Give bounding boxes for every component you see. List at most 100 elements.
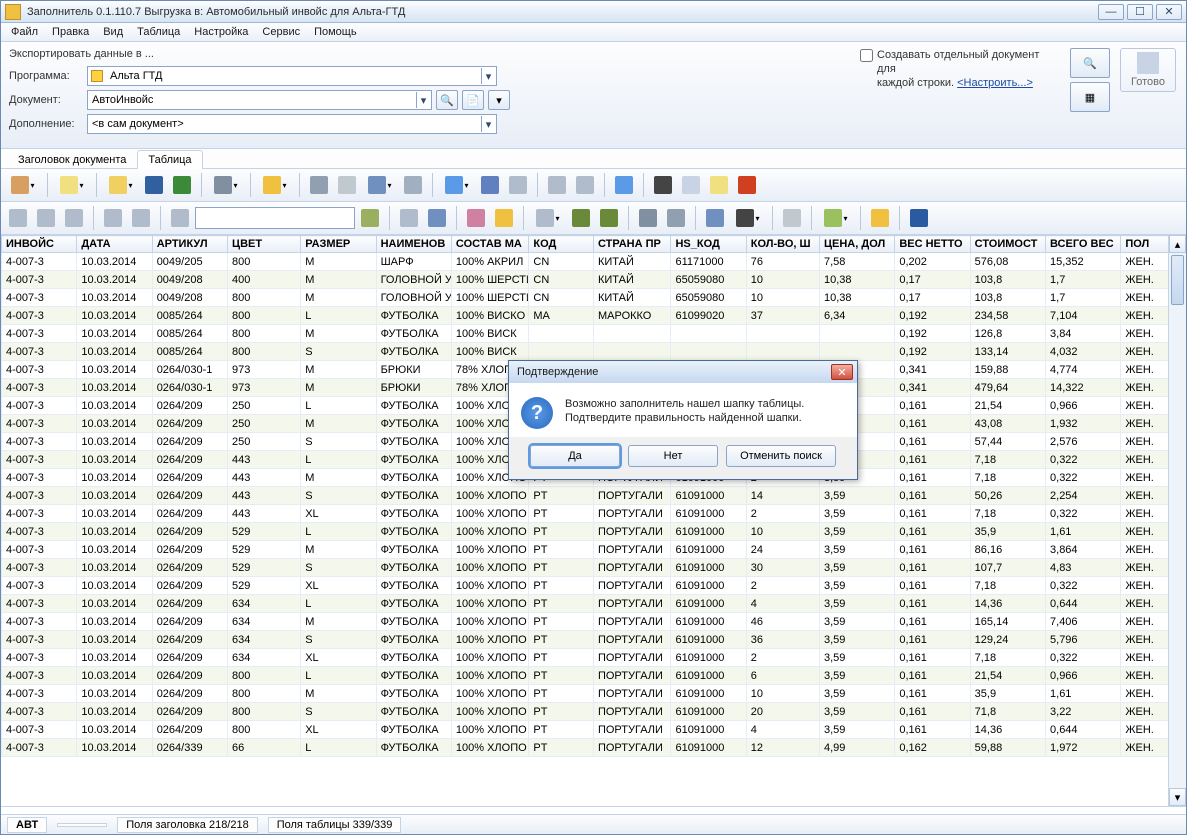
table-row[interactable]: 4-007-310.03.20140264/209443SФУТБОЛКА100… <box>2 487 1186 505</box>
menu-item-6[interactable]: Помощь <box>314 26 357 38</box>
fx-button[interactable]: ▾ <box>730 205 766 231</box>
open2-button[interactable] <box>100 205 126 231</box>
maximize-button[interactable]: ☐ <box>1127 4 1153 20</box>
iata-button[interactable] <box>141 172 167 198</box>
scroll-down-button[interactable]: ▾ <box>1169 788 1186 806</box>
paste2-button[interactable] <box>706 172 732 198</box>
table-row[interactable]: 4-007-310.03.20140264/209529LФУТБОЛКА100… <box>2 523 1186 541</box>
link-button[interactable] <box>400 172 426 198</box>
close-button[interactable]: ✕ <box>1156 4 1182 20</box>
addition-combo[interactable] <box>87 114 497 134</box>
table-row[interactable]: 4-007-310.03.20140085/264800MФУТБОЛКА100… <box>2 325 1186 343</box>
share-button[interactable] <box>663 205 689 231</box>
mark-button[interactable]: ▾ <box>530 205 566 231</box>
arrow-button[interactable] <box>906 205 932 231</box>
highlight-dropdown-arrow[interactable]: ▾ <box>843 214 847 223</box>
scroll-thumb[interactable] <box>1171 255 1184 305</box>
dialog-close-button[interactable]: ✕ <box>831 364 853 380</box>
zoom-button[interactable] <box>611 172 637 198</box>
preview-button[interactable]: 🔍 <box>1070 48 1110 78</box>
vertical-scrollbar[interactable]: ▴ ▾ <box>1168 235 1186 806</box>
document-combo[interactable] <box>87 90 432 110</box>
table-row[interactable]: 4-007-310.03.20140264/209800XLФУТБОЛКА10… <box>2 721 1186 739</box>
menu-item-4[interactable]: Настройка <box>194 26 248 38</box>
column-header[interactable]: НАИМЕНОВ <box>376 236 451 253</box>
table-row[interactable]: 4-007-310.03.20140049/208800MГОЛОВНОЙ У1… <box>2 289 1186 307</box>
pin-button[interactable] <box>477 172 503 198</box>
minimize-button[interactable]: — <box>1098 4 1124 20</box>
table-row[interactable]: 4-007-310.03.20140085/264800SФУТБОЛКА100… <box>2 343 1186 361</box>
col1-button[interactable] <box>544 172 570 198</box>
dialog-no-button[interactable]: Нет <box>628 445 718 467</box>
table-row[interactable]: 4-007-310.03.20140264/209800SФУТБОЛКА100… <box>2 703 1186 721</box>
configure-link[interactable]: <Настроить...> <box>957 77 1033 89</box>
column-header[interactable]: ВЕС НЕТТО <box>895 236 970 253</box>
table-row[interactable]: 4-007-310.03.20140264/209634SФУТБОЛКА100… <box>2 631 1186 649</box>
grid-button[interactable] <box>334 172 360 198</box>
refresh-button[interactable] <box>357 205 383 231</box>
table-row[interactable]: 4-007-310.03.20140264/209800MФУТБОЛКА100… <box>2 685 1186 703</box>
document-more-button[interactable]: ▾ <box>488 90 510 110</box>
column-header[interactable]: ВСЕГО ВЕС <box>1046 236 1121 253</box>
highlight-button[interactable]: ▾ <box>818 205 854 231</box>
down-button[interactable] <box>568 205 594 231</box>
eraser-button[interactable] <box>463 205 489 231</box>
save-button[interactable] <box>128 205 154 231</box>
table-row[interactable]: 4-007-310.03.20140264/33966LФУТБОЛКА100%… <box>2 739 1186 757</box>
col2-button[interactable] <box>572 172 598 198</box>
brush-button[interactable]: ▾ <box>5 172 41 198</box>
brush-dropdown-arrow[interactable]: ▾ <box>30 181 34 190</box>
users-button[interactable] <box>61 205 87 231</box>
table-row[interactable]: 4-007-310.03.20140264/209529MФУТБОЛКА100… <box>2 541 1186 559</box>
down2-button[interactable] <box>596 205 622 231</box>
column-header[interactable]: КОД <box>529 236 594 253</box>
column-header[interactable]: КОЛ-ВО, Ш <box>746 236 819 253</box>
filter-combo[interactable] <box>195 207 355 229</box>
column-header[interactable]: ЦВЕТ <box>228 236 301 253</box>
column-header[interactable]: ДАТА <box>77 236 152 253</box>
table-row[interactable]: 4-007-310.03.20140264/209529XLФУТБОЛКА10… <box>2 577 1186 595</box>
pointer-button[interactable]: ▾ <box>362 172 398 198</box>
gear-dropdown-arrow[interactable]: ▾ <box>282 181 286 190</box>
pointer-dropdown-arrow[interactable]: ▾ <box>387 181 391 190</box>
user-button[interactable] <box>33 205 59 231</box>
program-dropdown-arrow[interactable]: ▾ <box>481 68 495 84</box>
column-header[interactable]: HS_КОД <box>671 236 746 253</box>
column-header[interactable]: ЦЕНА, ДОЛ <box>819 236 894 253</box>
separate-doc-checkbox[interactable] <box>860 49 873 62</box>
undo-button[interactable] <box>306 172 332 198</box>
page-button[interactable] <box>167 205 193 231</box>
copy-button[interactable] <box>678 172 704 198</box>
menu-item-0[interactable]: Файл <box>11 26 38 38</box>
tab-table[interactable]: Таблица <box>137 150 202 169</box>
menu-item-1[interactable]: Правка <box>52 26 89 38</box>
table-row[interactable]: 4-007-310.03.20140085/264800LФУТБОЛКА100… <box>2 307 1186 325</box>
table-row[interactable]: 4-007-310.03.20140264/209800LФУТБОЛКА100… <box>2 667 1186 685</box>
gear-button[interactable]: ▾ <box>257 172 293 198</box>
menu-item-2[interactable]: Вид <box>103 26 123 38</box>
cut-button[interactable] <box>650 172 676 198</box>
funnel-button[interactable] <box>702 205 728 231</box>
mark-dropdown-arrow[interactable]: ▾ <box>555 214 559 223</box>
excel-button[interactable] <box>169 172 195 198</box>
addition-dropdown-arrow[interactable]: ▾ <box>481 116 495 132</box>
document-dropdown-arrow[interactable]: ▾ <box>416 92 430 108</box>
tab-doc-header[interactable]: Заголовок документа <box>7 150 137 169</box>
done-button[interactable]: Готово <box>1120 48 1176 92</box>
table-row[interactable]: 4-007-310.03.20140264/209443XLФУТБОЛКА10… <box>2 505 1186 523</box>
folder-button[interactable]: ▾ <box>103 172 139 198</box>
column-header[interactable]: СТРАНА ПР <box>593 236 670 253</box>
swap-button[interactable]: ▾ <box>439 172 475 198</box>
db-dropdown-arrow[interactable]: ▾ <box>233 181 237 190</box>
layout-button[interactable]: ▦ <box>1070 82 1110 112</box>
column-header[interactable]: СОСТАВ МА <box>451 236 528 253</box>
column-header[interactable]: ИНВОЙС <box>2 236 77 253</box>
pencil-button[interactable] <box>491 205 517 231</box>
menu-item-5[interactable]: Сервис <box>262 26 300 38</box>
paste-button[interactable]: ▾ <box>54 172 90 198</box>
swap-dropdown-arrow[interactable]: ▾ <box>464 181 468 190</box>
delete-button[interactable] <box>734 172 760 198</box>
program-combo[interactable] <box>87 66 497 86</box>
scroll-up-button[interactable]: ▴ <box>1169 235 1186 253</box>
gear2-button[interactable] <box>635 205 661 231</box>
